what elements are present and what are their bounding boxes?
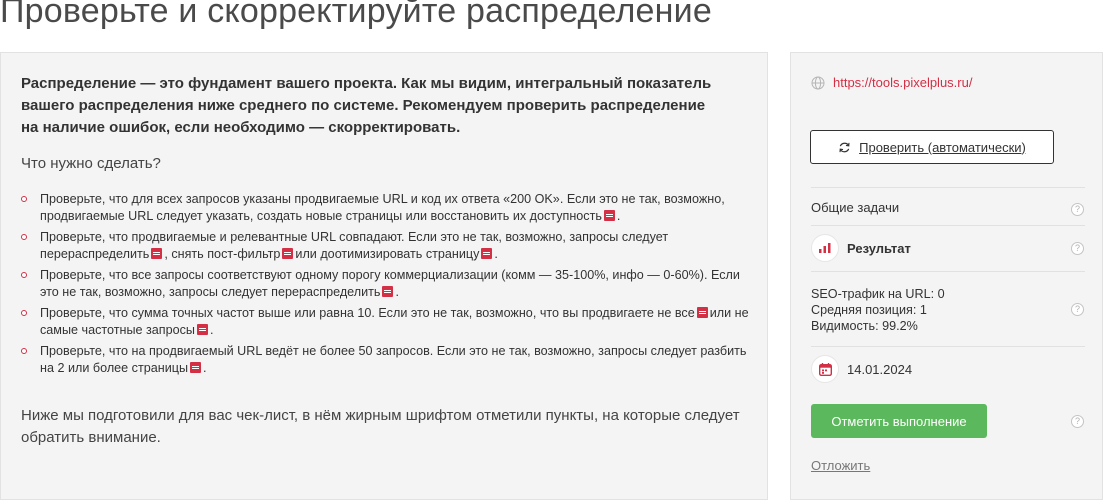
task-item: Проверьте, что все запросы соответствуют… [21,267,751,301]
check-auto-button[interactable]: Проверить (автоматически) [810,130,1054,164]
book-icon[interactable] [282,248,294,259]
task-list: Проверьте, что для всех запросов указаны… [21,191,751,381]
globe-icon [811,76,825,89]
book-icon[interactable] [481,248,493,259]
help-icon[interactable]: ? [1071,303,1084,316]
book-icon[interactable] [603,210,615,221]
task-item: Проверьте, что на продвигаемый URL ведёт… [21,343,751,377]
site-row: https://tools.pixelplus.ru/ [811,75,972,90]
mark-done-button[interactable]: Отметить выполнение [811,404,987,438]
page-title: Проверьте и скорректируйте распределение [0,0,712,30]
site-url-link[interactable]: https://tools.pixelplus.ru/ [833,75,972,90]
help-icon[interactable]: ? [1071,242,1084,255]
bar-chart-icon [819,243,831,253]
task-item: Проверьте, что продвигаемые и релевантны… [21,229,751,263]
result-label: Результат [847,241,911,256]
help-icon[interactable]: ? [1071,415,1084,428]
help-icon[interactable]: ? [1071,203,1084,216]
book-icon[interactable] [190,362,202,373]
postpone-link[interactable]: Отложить [811,458,870,473]
calendar-icon-wrap [811,355,839,383]
bullet-icon [21,196,27,202]
book-icon[interactable] [196,324,208,335]
task-sidebar: https://tools.pixelplus.ru/ Проверить (а… [790,52,1103,500]
recommendation-panel: Распределение — это фундамент вашего про… [0,52,768,500]
bullet-icon [21,310,27,316]
bullet-icon [21,234,27,240]
what-to-do-heading: Что нужно сделать? [21,155,161,172]
divider [811,346,1085,347]
check-auto-label: Проверить (автоматически) [859,139,1026,155]
book-icon[interactable] [151,248,163,259]
intro-text: Распределение — это фундамент вашего про… [21,75,712,136]
result-icon-wrap [811,234,839,262]
calendar-icon [818,362,832,376]
task-item: Проверьте, что для всех запросов указаны… [21,191,751,225]
bullet-icon [21,348,27,354]
refresh-icon [839,142,850,152]
seo-traffic-stat: SEO-трафик на URL: 0 [811,287,945,301]
general-tasks-label: Общие задачи [811,200,900,215]
task-item: Проверьте, что сумма точных частот выше … [21,305,751,339]
seo-stats: SEO-трафик на URL: 0 Средняя позиция: 1 … [811,286,945,334]
visibility-stat: Видимость: 99.2% [811,319,918,333]
outro-text: Ниже мы подготовили для вас чек-лист, в … [21,407,740,446]
divider [811,187,1085,188]
avg-position-stat: Средняя позиция: 1 [811,303,927,317]
book-icon[interactable] [696,307,708,318]
bullet-icon [21,272,27,278]
due-date: 14.01.2024 [847,362,913,377]
book-icon[interactable] [382,286,394,297]
divider [811,271,1085,272]
divider [811,225,1085,226]
